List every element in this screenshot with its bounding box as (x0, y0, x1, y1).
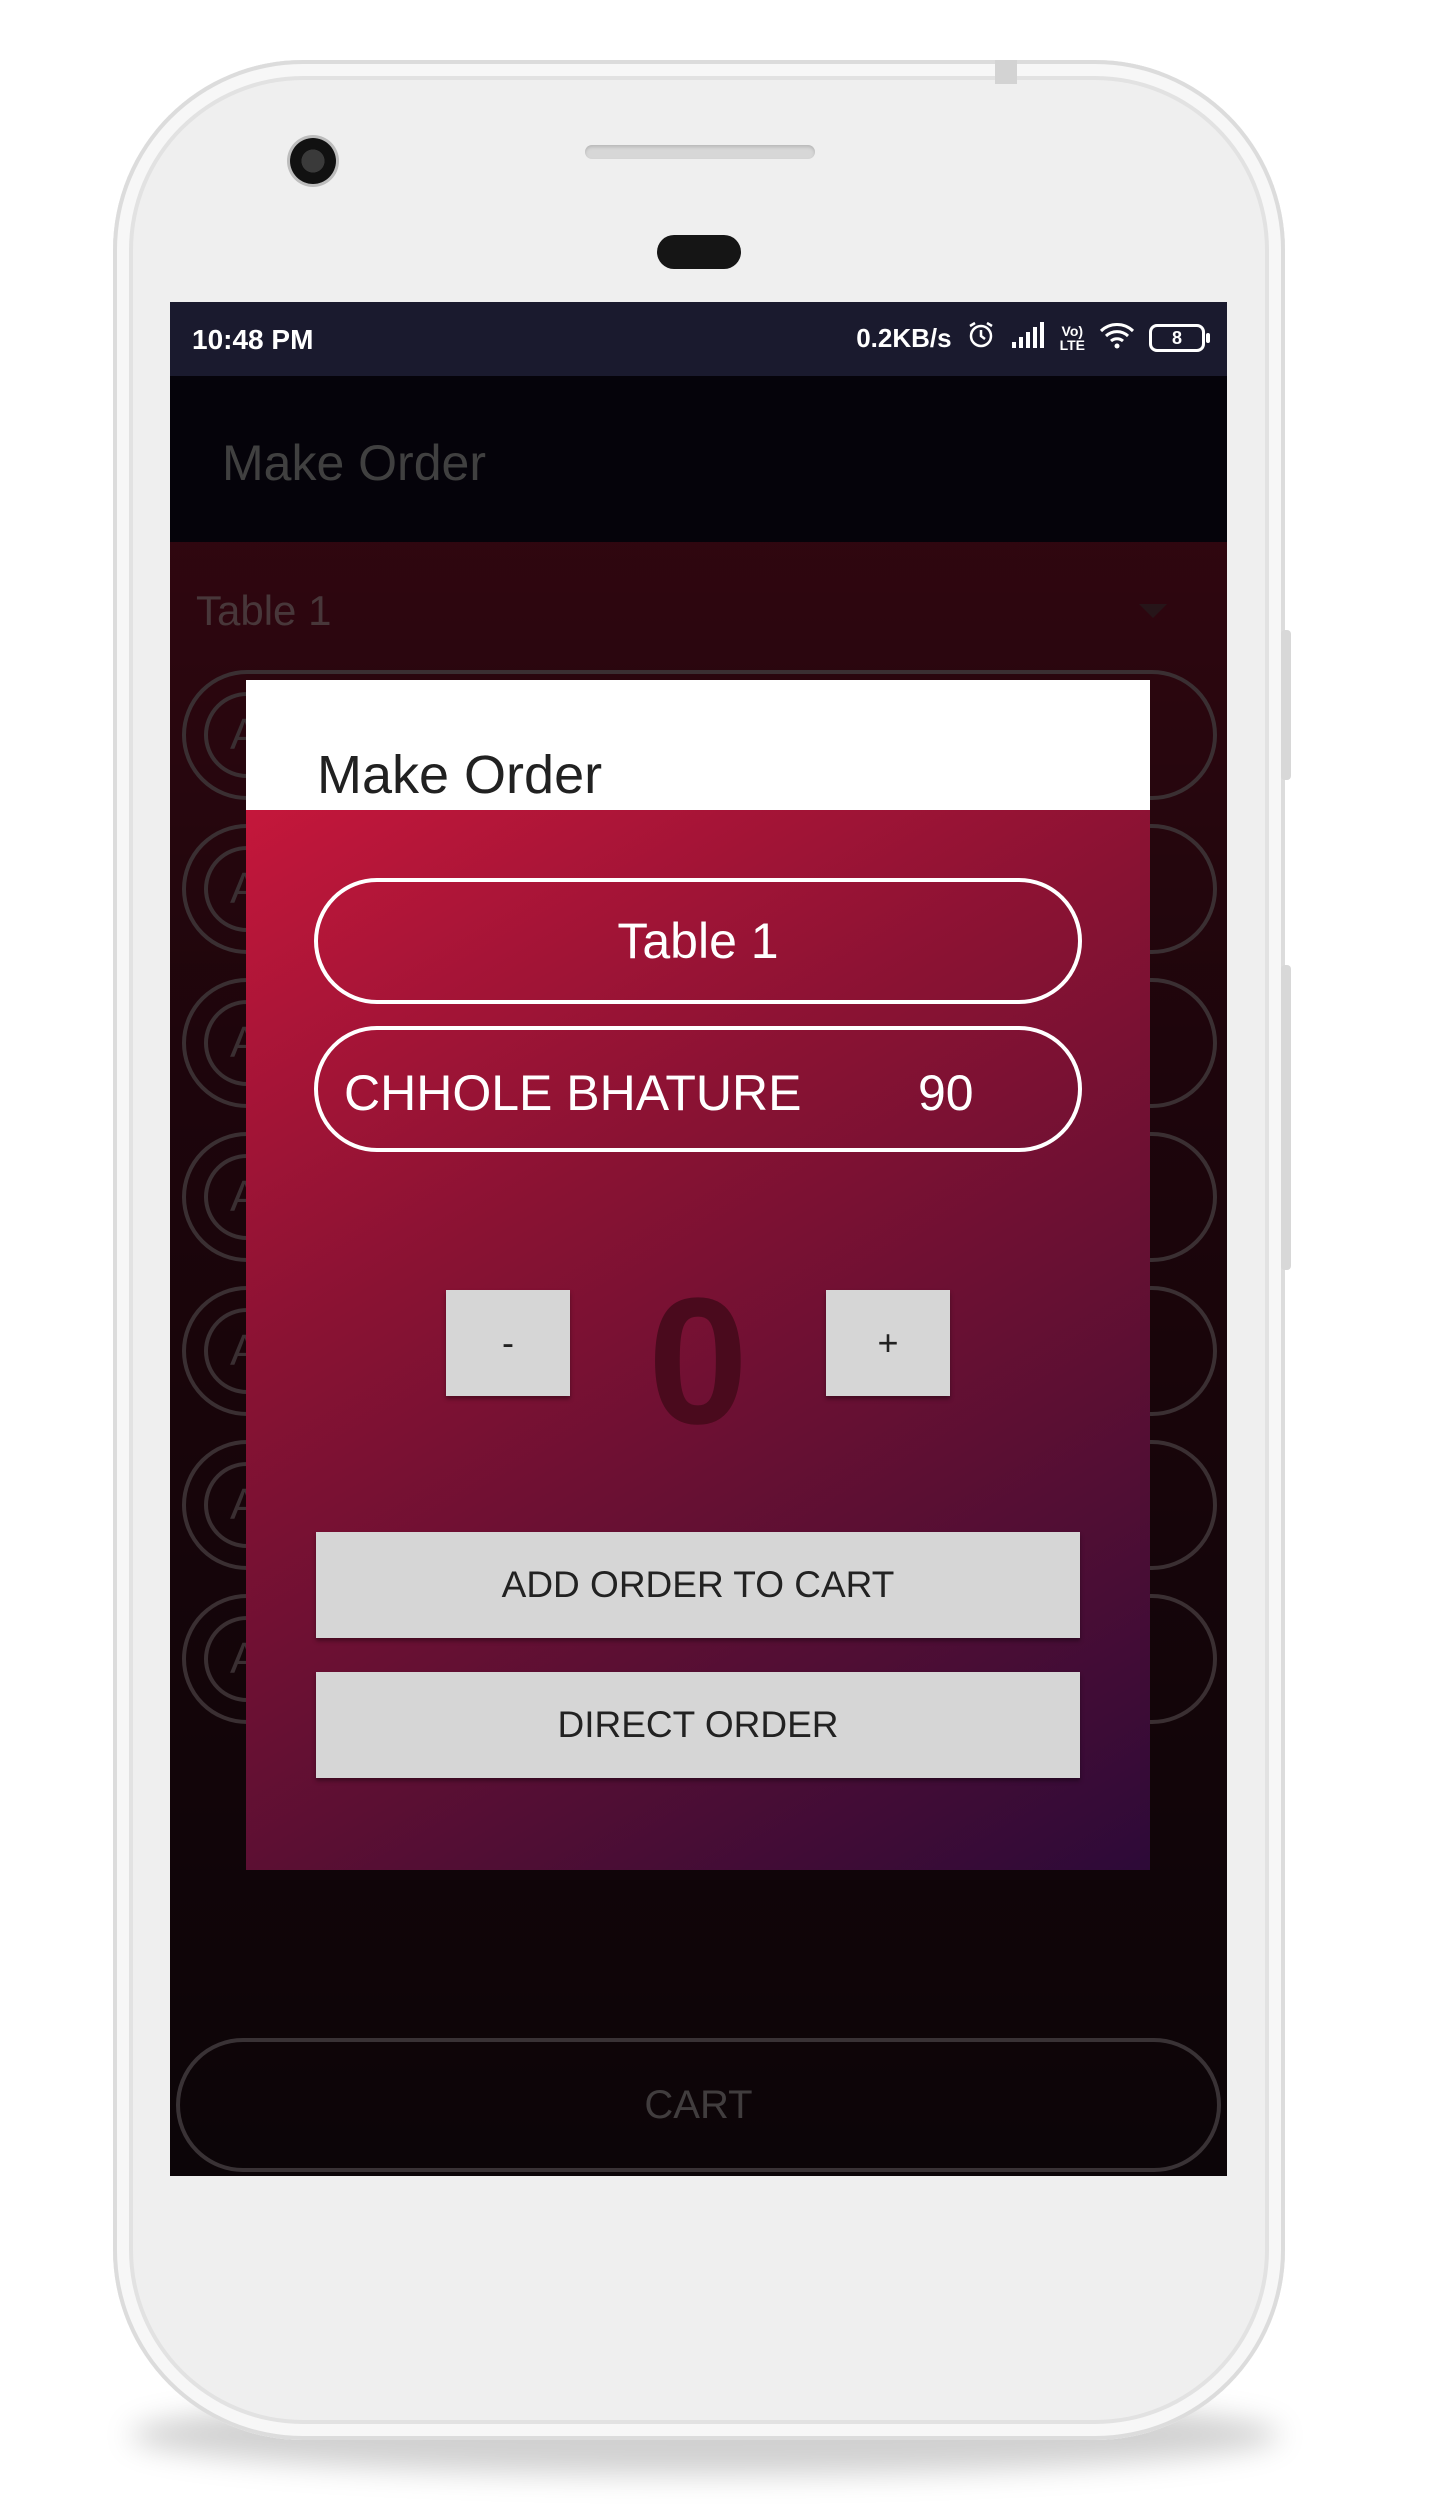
phone-top-notch (995, 60, 1017, 84)
item-price: 90 (918, 1065, 974, 1121)
increment-button[interactable]: + (826, 1290, 950, 1396)
dialog-title: Make Order (317, 745, 603, 805)
speaker-grille (585, 145, 815, 159)
front-camera (290, 138, 336, 184)
wifi-icon (1099, 321, 1135, 355)
dialog-header: Make Order (246, 680, 1150, 810)
status-icons: 0.2KB/s Vo) LTE 8 (856, 320, 1210, 356)
table-field: Table 1 (314, 878, 1082, 1004)
quantity-value: 0 (647, 1261, 749, 1462)
signal-icon (1010, 322, 1046, 354)
power-button (1281, 965, 1291, 1270)
volte-icon: Vo) LTE (1059, 323, 1085, 353)
status-time: 10:48 PM (192, 324, 314, 355)
add-order-to-cart-button[interactable]: ADD ORDER TO CART (316, 1532, 1080, 1638)
status-bar: 10:48 PM 0.2KB/s Vo) LTE 8 (170, 302, 1227, 376)
item-field: CHHOLE BHATURE 90 (314, 1026, 1082, 1152)
network-speed: 0.2KB/s (856, 323, 952, 353)
volume-button (1281, 630, 1291, 780)
phone-screen: 10:48 PM 0.2KB/s Vo) LTE 8 Make Order Tab… (170, 302, 1227, 2176)
decrement-button[interactable]: - (446, 1290, 570, 1396)
earpiece (657, 235, 741, 269)
direct-order-button[interactable]: DIRECT ORDER (316, 1672, 1080, 1778)
item-name: CHHOLE BHATURE (344, 1065, 802, 1121)
alarm-icon (966, 320, 996, 356)
battery-icon: 8 (1149, 324, 1210, 352)
make-order-dialog: Make Order Table 1 CHHOLE BHATURE 90 0 -… (246, 680, 1150, 1870)
dialog-body: Table 1 CHHOLE BHATURE 90 0 - + ADD ORDE… (246, 810, 1150, 1870)
